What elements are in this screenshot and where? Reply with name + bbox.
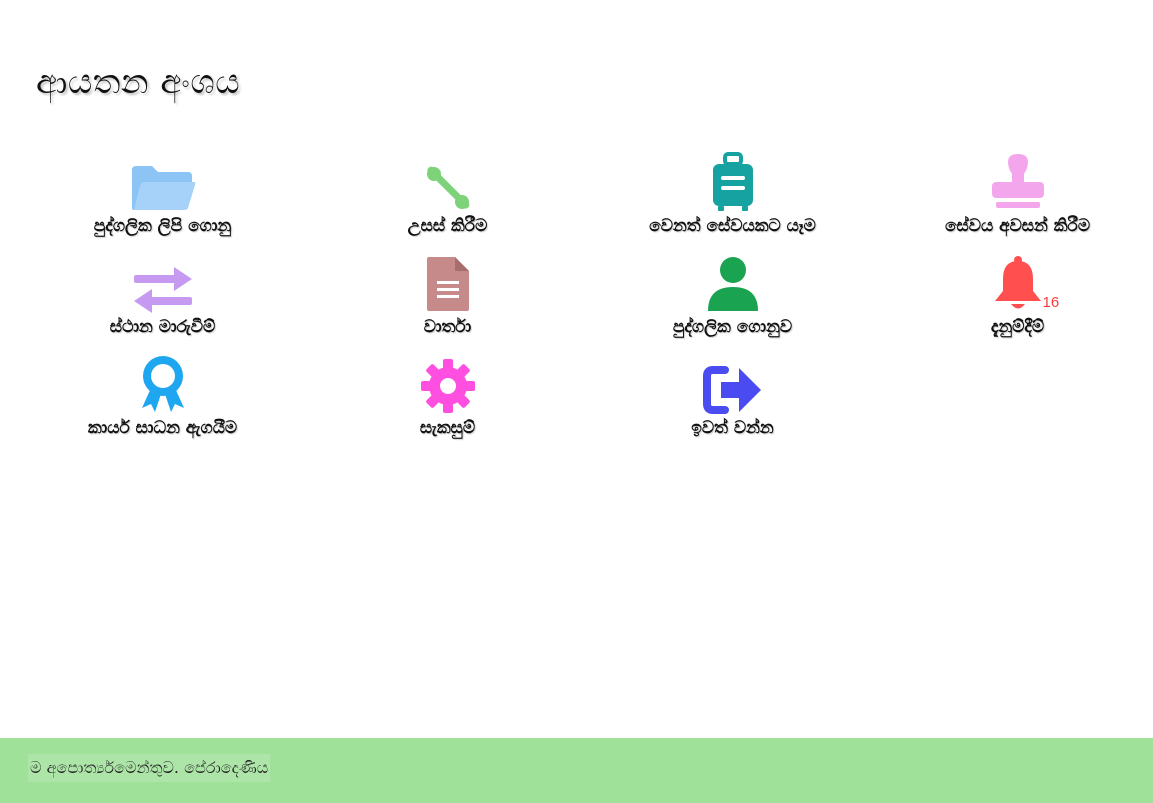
bell-icon: 16	[983, 251, 1059, 313]
app-page: ආයතන අංශය පුද්ගලික ලිපි ගොනු උසස් කිරීම …	[0, 0, 1153, 803]
tile-notifications[interactable]: 16 දැනුම්දීම්	[875, 251, 1153, 352]
page-title: ආයතන අංශය	[36, 62, 241, 102]
footer-text: ම අපොර්ත්‍යමෙන්තුව. පේරාදෙණිය	[28, 754, 271, 782]
sign-out-icon	[698, 352, 768, 414]
tile-label: පුද්ගලික ගොනුව	[672, 317, 793, 337]
tile-label: ඉවත් වන්න	[691, 418, 774, 438]
tile-promotion[interactable]: උසස් කිරීම	[305, 150, 590, 251]
tile-sign-out[interactable]: ඉවත් වන්න	[590, 352, 875, 453]
stamp-icon	[983, 150, 1053, 212]
exchange-arrows-icon	[128, 251, 198, 313]
folder-icon	[128, 150, 198, 212]
tile-label: සේවය අවසන් කිරීම	[944, 216, 1091, 236]
user-icon	[698, 251, 768, 313]
tile-reports[interactable]: වාර්තා	[305, 251, 590, 352]
notification-count-badge: 16	[1042, 294, 1060, 311]
tile-end-of-service[interactable]: සේවය අවසන් කිරීම	[875, 150, 1153, 251]
gear-icon	[413, 352, 483, 414]
tile-label: කාර්ය සාධන ඇගයීම	[87, 418, 238, 438]
tile-transfer-to-other-service[interactable]: වෙනත් සේවයකට යෑම	[590, 150, 875, 251]
tile-label: ස්ථාන මාරුවීම්	[109, 317, 216, 337]
menu-grid: පුද්ගලික ලිපි ගොනු උසස් කිරීම වෙනත් සේවය…	[20, 150, 1150, 453]
tile-label: වාර්තා	[423, 317, 472, 337]
tile-label: පුද්ගලික ලිපි ගොනු	[93, 216, 232, 236]
document-icon	[413, 251, 483, 313]
tile-label: දැනුම්දීම්	[990, 317, 1045, 337]
suitcase-icon	[698, 150, 768, 212]
footer-bar: ම අපොර්ත්‍යමෙන්තුව. පේරාදෙණිය	[0, 738, 1153, 803]
tile-personal-files[interactable]: පුද්ගලික ලිපි ගොනු	[20, 150, 305, 251]
tile-label: සැකසුම්	[419, 418, 476, 438]
percent-icon	[413, 150, 483, 212]
tile-settings[interactable]: සැකසුම්	[305, 352, 590, 453]
award-ribbon-icon	[128, 352, 198, 414]
tile-label: වෙනත් සේවයකට යෑම	[649, 216, 816, 236]
tile-label: උසස් කිරීම	[407, 216, 488, 236]
tile-performance-evaluation[interactable]: කාර්ය සාධන ඇගයීම	[20, 352, 305, 453]
tile-personal-file[interactable]: පුද්ගලික ගොනුව	[590, 251, 875, 352]
tile-station-transfers[interactable]: ස්ථාන මාරුවීම්	[20, 251, 305, 352]
